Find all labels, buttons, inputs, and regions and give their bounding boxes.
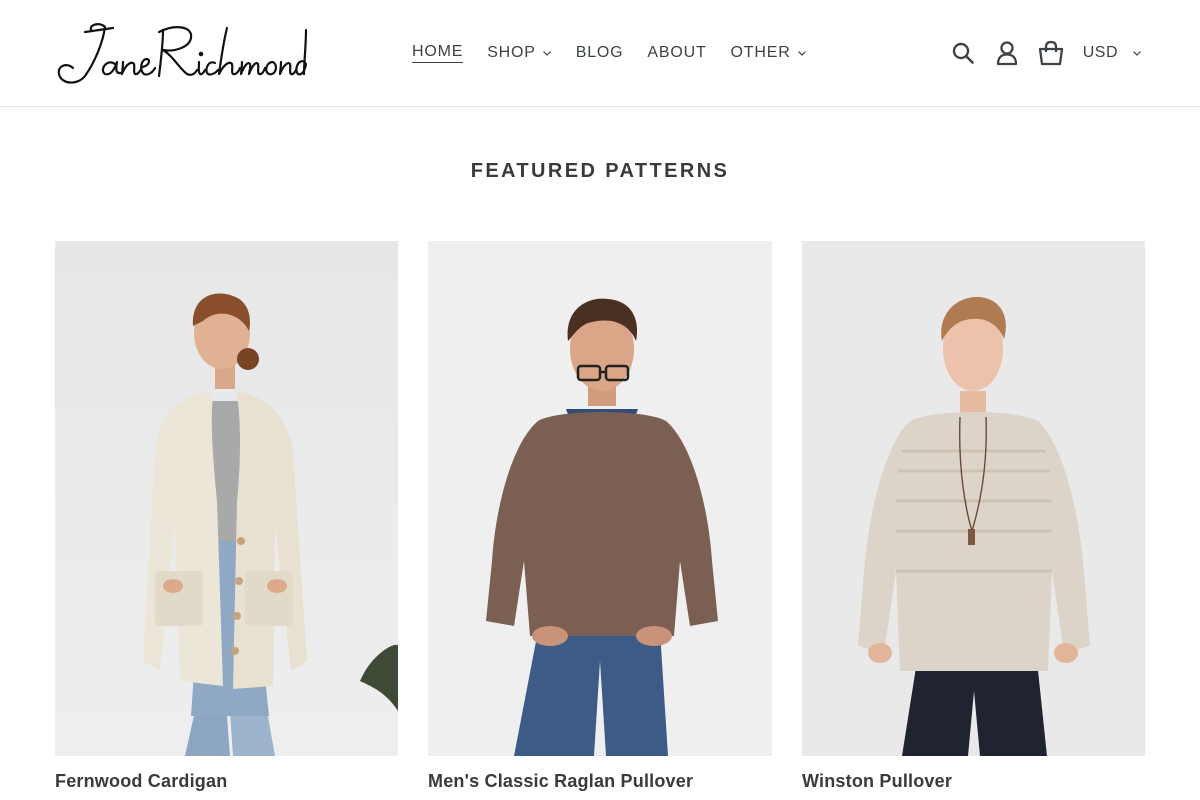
chevron-down-icon xyxy=(1132,48,1142,58)
nav-shop-label: SHOP xyxy=(487,44,536,61)
nav-item-home[interactable]: HOME xyxy=(400,43,475,63)
nav-other-label: OTHER xyxy=(730,44,791,61)
woman-cream-cardigan-photo[interactable] xyxy=(55,241,398,756)
woman-oatmeal-pullover-photo[interactable] xyxy=(802,241,1145,756)
currency-selector[interactable]: USD xyxy=(1083,44,1142,62)
search-button[interactable] xyxy=(945,36,981,70)
product-grid: Fernwood Cardigan Men's Classic Raglan P… xyxy=(55,241,1145,792)
nav-blog-label: BLOG xyxy=(575,44,624,61)
product-title[interactable]: Winston Pullover xyxy=(802,771,1145,792)
man-brown-raglan-sweater-photo[interactable] xyxy=(428,241,772,756)
currency-value: USD xyxy=(1082,44,1118,61)
script-wordmark-logo xyxy=(57,23,307,84)
site-header: HOME SHOP BLOG ABOUT OTHER USD xyxy=(0,0,1200,107)
cart-button[interactable] xyxy=(1033,36,1069,70)
user-icon xyxy=(996,41,1017,66)
chevron-down-icon xyxy=(797,48,807,58)
brand-logo[interactable] xyxy=(55,18,307,86)
account-button[interactable] xyxy=(989,36,1025,70)
search-icon xyxy=(952,42,974,64)
chevron-down-icon xyxy=(542,48,552,58)
cart-icon xyxy=(1038,40,1063,66)
product-card[interactable]: Fernwood Cardigan xyxy=(55,241,398,792)
nav-about-label: ABOUT xyxy=(647,44,707,61)
nav-item-about[interactable]: ABOUT xyxy=(635,44,718,62)
header-actions: USD xyxy=(937,36,1142,70)
nav-item-blog[interactable]: BLOG xyxy=(564,44,636,62)
product-title[interactable]: Fernwood Cardigan xyxy=(55,771,398,792)
nav-home-label: HOME xyxy=(412,43,464,63)
nav-item-shop[interactable]: SHOP xyxy=(475,44,564,62)
nav-item-other[interactable]: OTHER xyxy=(719,44,819,62)
product-card[interactable]: Winston Pullover xyxy=(802,241,1145,792)
product-card[interactable]: Men's Classic Raglan Pullover xyxy=(428,241,772,792)
product-title[interactable]: Men's Classic Raglan Pullover xyxy=(428,771,772,792)
section-title: FEATURED PATTERNS xyxy=(470,160,730,182)
main-nav: HOME SHOP BLOG ABOUT OTHER xyxy=(400,41,819,65)
